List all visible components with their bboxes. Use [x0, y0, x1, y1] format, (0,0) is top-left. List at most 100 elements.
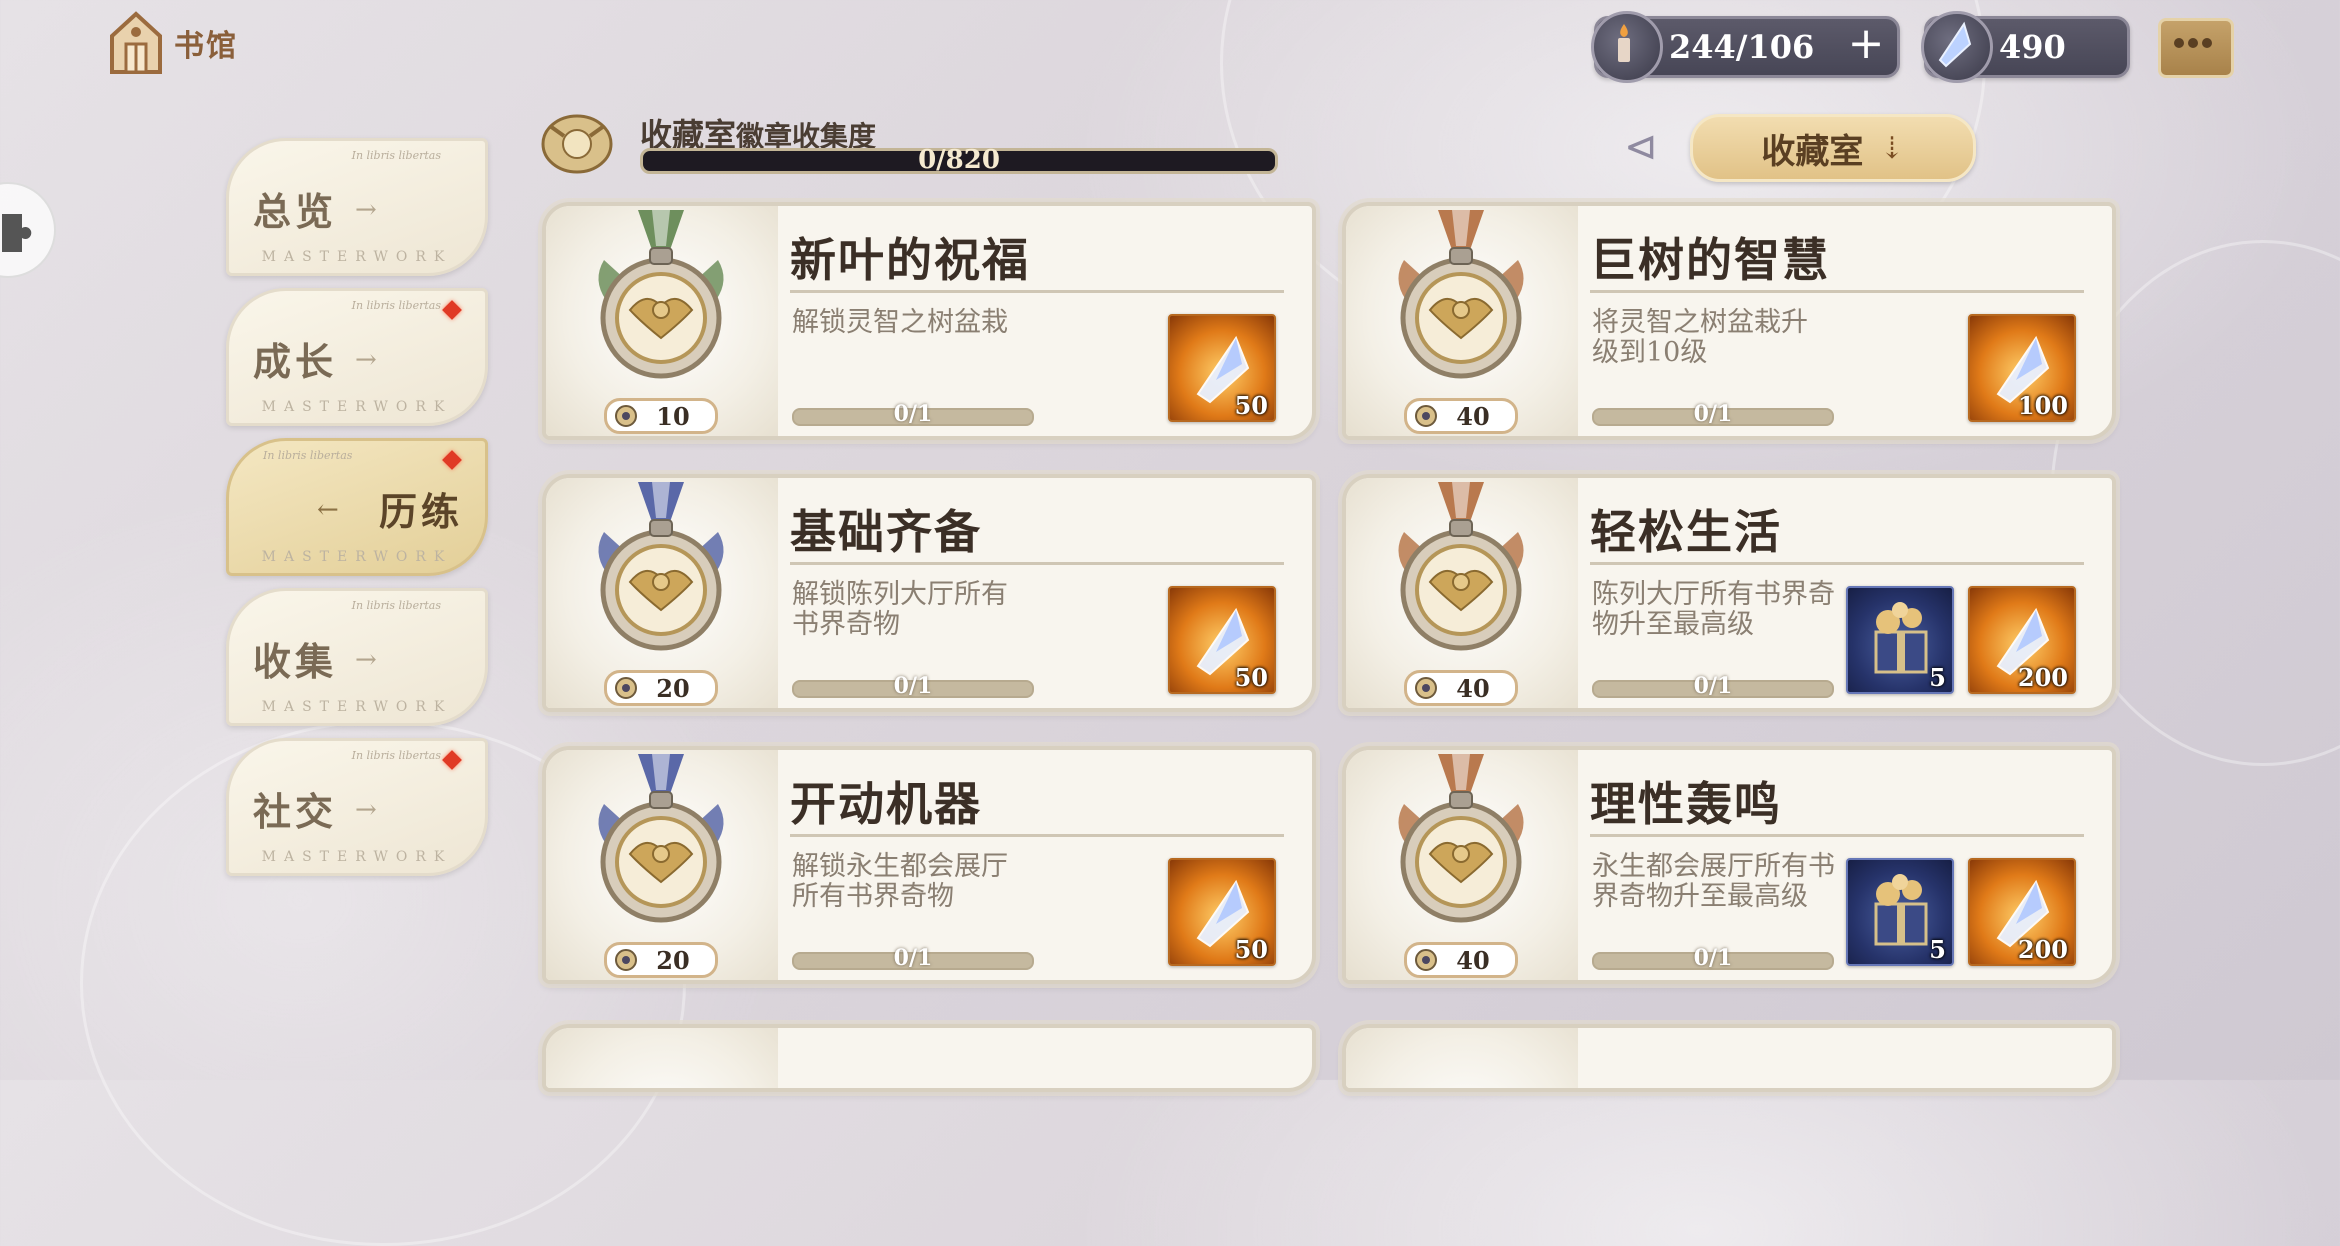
- point-icon: [613, 403, 639, 429]
- arrow-down-icon: ⇣: [1879, 130, 1905, 166]
- reward-item[interactable]: 50: [1168, 586, 1276, 694]
- medal-points-badge: 40: [1404, 942, 1518, 978]
- candle-icon: [1591, 11, 1663, 83]
- achievement-description: 将灵智之树盆栽升级到10级: [1592, 307, 1808, 368]
- nav-tab-growth[interactable]: In libris libertas 成长 → MASTERWORK: [226, 288, 488, 426]
- medal-panel: 40: [1346, 206, 1578, 436]
- reward-item[interactable]: 200: [1968, 586, 2076, 694]
- alert-dot-icon: [442, 300, 462, 320]
- medal-panel: 10: [546, 206, 778, 436]
- reward-quantity: 5: [1929, 935, 1946, 964]
- achievement-title: 理性轰鸣: [1590, 777, 1782, 831]
- achievement-title: 巨树的智慧: [1590, 233, 1830, 287]
- medal-points-badge: 20: [604, 942, 718, 978]
- medal-points-badge: 20: [604, 670, 718, 706]
- reward-quantity: 200: [2017, 663, 2068, 692]
- achievement-card[interactable]: 10 新叶的祝福 解锁灵智之树盆栽 0/1 50: [542, 202, 1316, 440]
- achievement-description: 解锁永生都会展厅所有书界奇物: [792, 851, 1008, 912]
- nav-watermark: MASTERWORK: [261, 399, 453, 415]
- achievement-card[interactable]: [542, 1024, 1316, 1092]
- eagle-emblem-icon: [540, 106, 614, 176]
- medal-points: 40: [1456, 673, 1490, 703]
- achievement-description: 解锁陈列大厅所有书界奇物: [792, 579, 1008, 640]
- arrow-icon: ←: [317, 495, 339, 525]
- nav-tab-social[interactable]: In libris libertas 社交 → MASTERWORK: [226, 738, 488, 876]
- collection-progress-bar: 0/820: [640, 145, 1278, 175]
- achievement-progress-bar: 0/1: [1592, 401, 1834, 427]
- achievement-description: 解锁灵智之树盆栽: [792, 307, 1008, 338]
- collection-room-button[interactable]: 收藏室 ⇣: [1690, 114, 1976, 182]
- home-button[interactable]: 书馆: [108, 10, 238, 76]
- medal-icon: [586, 754, 736, 944]
- achievement-title: 基础齐备: [790, 505, 982, 559]
- nav-label: 社交: [253, 789, 338, 834]
- medal-points-badge: 40: [1404, 670, 1518, 706]
- nav-watermark: MASTERWORK: [261, 549, 453, 565]
- medal-points: 10: [656, 401, 690, 431]
- nav-watermark: MASTERWORK: [261, 849, 453, 865]
- point-icon: [1413, 947, 1439, 973]
- reward-quantity: 50: [1234, 391, 1268, 420]
- medal-icon: [586, 210, 736, 400]
- collection-room-label: 收藏室: [1761, 131, 1864, 172]
- medal-icon: [1386, 210, 1536, 400]
- puzzle-icon: [2, 214, 32, 252]
- achievement-progress-text: 0/1: [893, 401, 933, 427]
- achievement-card[interactable]: 40 轻松生活 陈列大厅所有书界奇物升至最高级 0/1 5 200: [1342, 474, 2116, 712]
- achievement-title: 开动机器: [790, 777, 982, 831]
- medal-icon: [586, 482, 736, 672]
- medal-points: 20: [656, 673, 690, 703]
- achievement-progress-text: 0/1: [893, 673, 933, 699]
- nav-tag: In libris libertas: [351, 299, 441, 312]
- achievement-progress-text: 0/1: [1693, 945, 1733, 971]
- divider: [790, 562, 1284, 565]
- achievement-card[interactable]: 20 基础齐备 解锁陈列大厅所有书界奇物 0/1 50: [542, 474, 1316, 712]
- back-arrow-icon[interactable]: ⊲: [1624, 124, 1658, 170]
- reward-item[interactable]: 50: [1168, 858, 1276, 966]
- crystal-counter: 490: [1921, 11, 2130, 83]
- medal-panel: 20: [546, 750, 778, 980]
- nav-tab-collection[interactable]: In libris libertas 收集 → MASTERWORK: [226, 588, 488, 726]
- reward-item[interactable]: 50: [1168, 314, 1276, 422]
- side-menu-button[interactable]: [0, 182, 56, 278]
- divider: [790, 834, 1284, 837]
- medal-points-badge: 10: [604, 398, 718, 434]
- crystal-icon: [1921, 11, 1993, 83]
- point-icon: [1413, 403, 1439, 429]
- achievement-progress-text: 0/1: [1693, 673, 1733, 699]
- medal-panel: 40: [1346, 750, 1578, 980]
- collection-progress-text: 0/820: [918, 145, 1000, 175]
- medal-points: 20: [656, 945, 690, 975]
- arrow-icon: →: [355, 195, 377, 225]
- achievement-description: 永生都会展厅所有书界奇物升至最高级: [1592, 851, 1835, 912]
- alert-dot-icon: [442, 450, 462, 470]
- home-label: 书馆: [174, 29, 238, 64]
- reward-item[interactable]: 200: [1968, 858, 2076, 966]
- reward-item[interactable]: 100: [1968, 314, 2076, 422]
- nav-tab-experience[interactable]: In libris libertas 历练 ← MASTERWORK: [226, 438, 488, 576]
- stamina-value: 244/106: [1669, 28, 1815, 66]
- reward-quantity: 50: [1234, 663, 1268, 692]
- achievement-progress-bar: 0/1: [792, 945, 1034, 971]
- reward-item[interactable]: 5: [1846, 586, 1954, 694]
- nav-tab-overview[interactable]: In libris libertas 总览 → MASTERWORK: [226, 138, 488, 276]
- arrow-icon: →: [355, 345, 377, 375]
- achievement-title: 轻松生活: [1590, 505, 1782, 559]
- medal-points-badge: 40: [1404, 398, 1518, 434]
- chat-button[interactable]: [2158, 18, 2234, 78]
- achievement-card[interactable]: 40 理性轰鸣 永生都会展厅所有书界奇物升至最高级 0/1 5 200: [1342, 746, 2116, 984]
- achievement-card[interactable]: [1342, 1024, 2116, 1092]
- divider: [1590, 562, 2084, 565]
- add-stamina-button[interactable]: +: [1846, 22, 1886, 66]
- achievement-card[interactable]: 40 巨树的智慧 将灵智之树盆栽升级到10级 0/1 100: [1342, 202, 2116, 440]
- achievement-progress-bar: 0/1: [792, 673, 1034, 699]
- achievement-progress-text: 0/1: [893, 945, 933, 971]
- chat-icon: [2174, 38, 2212, 48]
- medal-panel: 20: [546, 478, 778, 708]
- reward-item[interactable]: 5: [1846, 858, 1954, 966]
- reward-quantity: 5: [1929, 663, 1946, 692]
- achievement-card[interactable]: 20 开动机器 解锁永生都会展厅所有书界奇物 0/1 50: [542, 746, 1316, 984]
- nav-tag: In libris libertas: [351, 749, 441, 762]
- reward-quantity: 100: [2017, 391, 2068, 420]
- medal-icon: [1386, 754, 1536, 944]
